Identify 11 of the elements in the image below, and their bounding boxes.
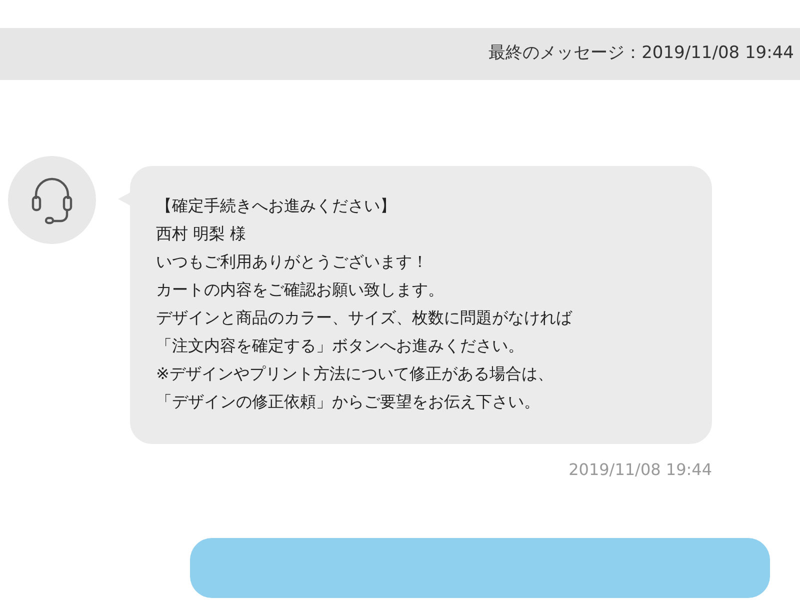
message-line: ※デザインやプリント方法について修正がある場合は、 <box>156 363 554 385</box>
message-line: デザインと商品のカラー、サイズ、枚数に問題がなければ <box>156 307 572 329</box>
message-line: カートの内容をご確認お願い致します。 <box>156 279 444 301</box>
message-line: 「デザインの修正依頼」からご要望をお伝え下さい。 <box>156 391 540 413</box>
message-line: いつもご利用ありがとうございます！ <box>156 251 428 273</box>
message-line: 「注文内容を確定する」ボタンへお進みください。 <box>156 335 524 357</box>
last-message-time: 最終のメッセージ：2019/11/08 19:44 <box>488 42 794 66</box>
message-line: 【確定手続きへお進みください】 <box>156 195 396 217</box>
headset-icon <box>30 175 74 225</box>
message-time: 2019/11/08 19:44 <box>568 459 712 481</box>
message-line: 西村 明梨 様 <box>156 223 246 245</box>
